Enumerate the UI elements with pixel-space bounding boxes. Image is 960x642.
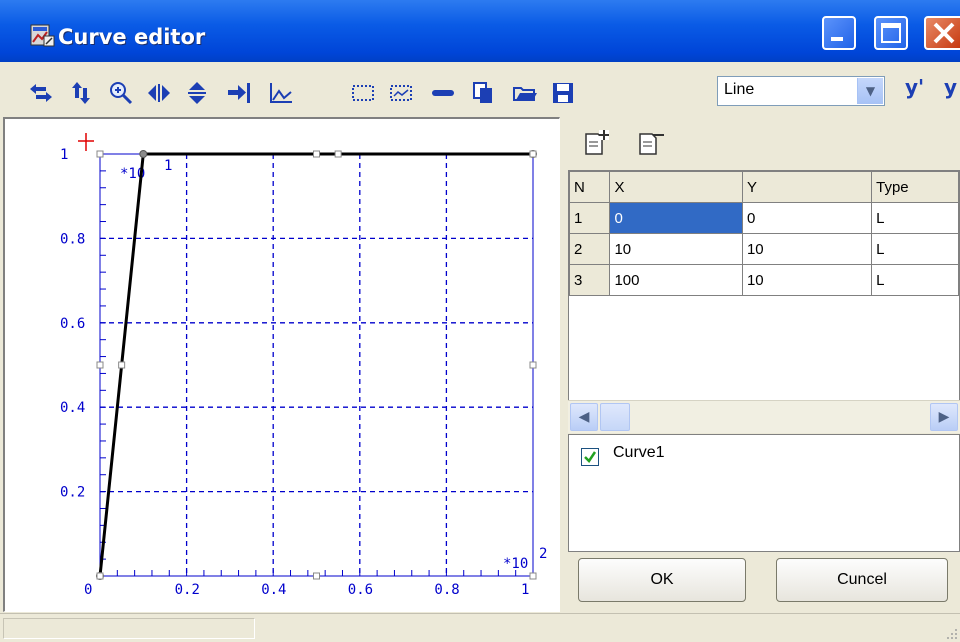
column-header-type[interactable]: Type bbox=[871, 171, 959, 203]
curve-chart[interactable]: 0 0.2 0.4 0.6 0.8 10.20.40.60.81*10 1*102 bbox=[5, 119, 560, 612]
cell-y[interactable]: 10 bbox=[741, 233, 873, 265]
minimize-icon bbox=[831, 37, 843, 41]
expand-vertical-icon[interactable] bbox=[184, 80, 210, 106]
mode-select[interactable]: Line ▼ bbox=[717, 76, 885, 106]
column-header-n[interactable]: N bbox=[569, 171, 611, 203]
row-number[interactable]: 1 bbox=[569, 202, 611, 234]
scroll-horizontal-icon[interactable] bbox=[28, 80, 54, 106]
y-derivative-icon[interactable]: y' bbox=[905, 75, 924, 99]
bounds-handle bbox=[96, 572, 104, 580]
y-tick-label: 0.2 bbox=[60, 485, 85, 501]
curve1-checkbox[interactable] bbox=[581, 448, 599, 466]
points-grid[interactable]: N X Y Type 1 0 0 L 2 10 10 L 3 100 10 L bbox=[568, 170, 960, 428]
status-bar bbox=[0, 613, 960, 642]
ok-button[interactable]: OK bbox=[578, 558, 746, 602]
bounds-handle bbox=[529, 572, 537, 580]
bounds-handle bbox=[529, 361, 537, 369]
row-number[interactable]: 2 bbox=[569, 233, 611, 265]
x-axis-multiplier: *10 bbox=[503, 556, 528, 572]
fit-right-icon[interactable] bbox=[226, 80, 252, 106]
data-point bbox=[139, 150, 148, 158]
cell-type[interactable]: L bbox=[871, 202, 959, 234]
maximize-button[interactable] bbox=[874, 16, 908, 50]
x-tick-label: 1 bbox=[521, 582, 529, 598]
expand-horizontal-icon[interactable] bbox=[146, 80, 172, 106]
mode-select-value: Line bbox=[724, 81, 755, 98]
resize-grip-icon[interactable] bbox=[944, 626, 958, 640]
scroll-right-icon[interactable]: ▶ bbox=[930, 403, 958, 431]
x-tick-label: 0.8 bbox=[434, 582, 459, 598]
y-tick-label: 0.4 bbox=[60, 400, 85, 416]
bounds-handle bbox=[313, 572, 320, 580]
table-row[interactable]: 3 100 10 L bbox=[569, 264, 959, 296]
scrollbar-thumb[interactable] bbox=[600, 403, 630, 431]
y-second-derivative-icon[interactable]: y bbox=[944, 75, 960, 99]
bounds-handle bbox=[313, 150, 320, 158]
x-tick-label: 0.6 bbox=[348, 582, 373, 598]
cancel-button[interactable]: Cuncel bbox=[776, 558, 948, 602]
scroll-left-icon[interactable]: ◀ bbox=[570, 403, 598, 431]
zoom-icon[interactable] bbox=[108, 80, 134, 106]
remove-point-icon[interactable] bbox=[638, 128, 666, 158]
line-tool-icon[interactable] bbox=[430, 80, 456, 106]
close-button[interactable] bbox=[924, 16, 960, 50]
checkmark-icon bbox=[584, 451, 597, 463]
horizontal-scrollbar[interactable]: ◀ ▶ bbox=[568, 400, 960, 433]
row-number[interactable]: 3 bbox=[569, 264, 611, 296]
x-tick-label: 0.2 bbox=[175, 582, 200, 598]
scroll-vertical-icon[interactable] bbox=[68, 80, 94, 106]
bounds-handle bbox=[96, 361, 104, 369]
column-header-y[interactable]: Y bbox=[741, 171, 873, 203]
table-header-row: N X Y Type bbox=[569, 171, 959, 203]
y-tick-label: 1 bbox=[60, 147, 68, 163]
select-rect-icon[interactable] bbox=[350, 80, 376, 106]
curve-line bbox=[98, 152, 533, 577]
segment-handle bbox=[334, 150, 342, 158]
x-tick-label: 0 bbox=[84, 582, 92, 598]
chevron-down-icon[interactable]: ▼ bbox=[857, 78, 883, 104]
window-title: Curve editor bbox=[58, 25, 206, 49]
chart-panel[interactable]: 0 0.2 0.4 0.6 0.8 1 0.2 0.4 0.6 0.8 1 *10 1 *10 2 bbox=[3, 117, 560, 612]
segment-handle bbox=[118, 361, 126, 369]
maximize-icon bbox=[881, 23, 901, 43]
add-point-icon[interactable] bbox=[584, 128, 612, 158]
y-tick-label: 0.6 bbox=[60, 316, 85, 332]
plot-frame bbox=[99, 153, 534, 577]
app-icon bbox=[30, 24, 55, 47]
chart-axes-icon[interactable] bbox=[268, 80, 294, 106]
table-row[interactable]: 2 10 10 L bbox=[569, 233, 959, 265]
save-icon[interactable] bbox=[550, 80, 576, 106]
minimize-button[interactable] bbox=[822, 16, 856, 50]
cell-x[interactable]: 10 bbox=[609, 233, 743, 265]
bounds-handle bbox=[529, 150, 537, 158]
y-axis-exponent: 1 bbox=[164, 158, 172, 174]
cell-type[interactable]: L bbox=[871, 233, 959, 265]
points-table: N X Y Type 1 0 0 L 2 10 10 L 3 100 10 L bbox=[569, 171, 959, 296]
close-icon bbox=[933, 22, 955, 44]
column-header-x[interactable]: X bbox=[609, 171, 743, 203]
table-row[interactable]: 1 0 0 L bbox=[569, 202, 959, 234]
curve1-label[interactable]: Curve1 bbox=[613, 444, 665, 462]
curve-list: Curve1 bbox=[568, 434, 960, 552]
title-bar[interactable]: Curve editor bbox=[0, 0, 960, 62]
status-cell bbox=[3, 618, 255, 639]
bounds-handle bbox=[96, 150, 104, 158]
y-tick-label: 0.8 bbox=[60, 231, 85, 247]
select-area-icon[interactable] bbox=[388, 80, 414, 106]
cell-y[interactable]: 0 bbox=[741, 202, 873, 234]
cell-type[interactable]: L bbox=[871, 264, 959, 296]
x-tick-label: 0.4 bbox=[261, 582, 286, 598]
cell-x[interactable]: 100 bbox=[609, 264, 743, 296]
x-axis-exponent: 2 bbox=[539, 546, 547, 562]
cell-x[interactable]: 0 bbox=[609, 202, 743, 234]
cell-y[interactable]: 10 bbox=[741, 264, 873, 296]
copy-icon[interactable] bbox=[470, 80, 496, 106]
open-folder-icon[interactable] bbox=[512, 80, 538, 106]
